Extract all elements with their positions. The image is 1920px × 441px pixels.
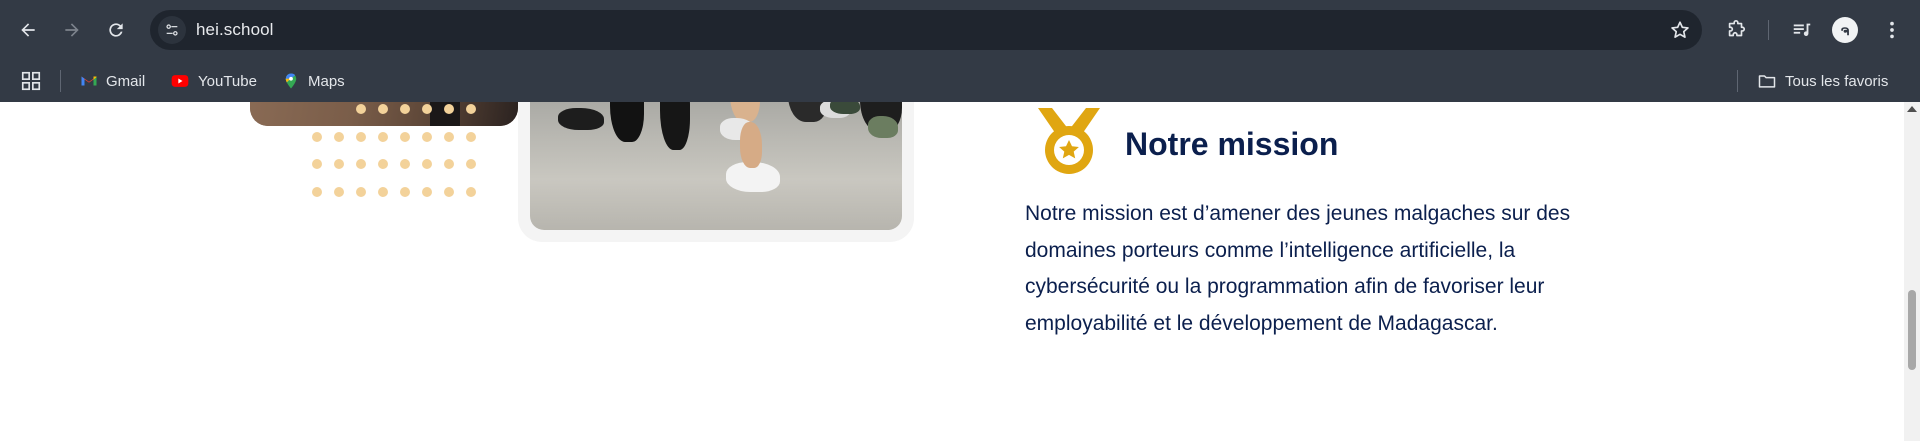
decorative-dot	[466, 131, 476, 142]
decorative-dot-grid	[306, 102, 486, 222]
bookmark-label: YouTube	[198, 72, 257, 90]
puzzle-icon	[1728, 20, 1746, 37]
decorative-dot	[422, 186, 432, 197]
decorative-dot	[378, 104, 388, 114]
photo-detail	[558, 108, 604, 130]
bookmarks-divider	[1737, 70, 1738, 92]
browser-toolbar: hei.school ຈ	[0, 0, 1920, 60]
extensions-button[interactable]	[1720, 14, 1752, 46]
folder-icon	[1758, 75, 1776, 88]
decorative-dot	[400, 131, 410, 142]
decorative-dot	[312, 159, 322, 169]
bookmark-gmail[interactable]: Gmail	[80, 68, 145, 94]
media-controls-button[interactable]	[1786, 14, 1818, 46]
gmail-icon	[81, 76, 97, 86]
photo-detail	[660, 102, 690, 150]
bookmarks-bar: Gmail YouTube Maps Tous les favoris	[0, 60, 1920, 102]
decorative-dot	[466, 159, 476, 169]
decorative-dot	[444, 131, 454, 142]
reload-icon	[109, 23, 123, 37]
photo-detail	[868, 116, 898, 138]
mission-heading: Notre mission	[1125, 126, 1339, 162]
profile-avatar[interactable]: ຈ	[1832, 17, 1858, 43]
medal-icon	[1038, 108, 1100, 174]
site-info-button[interactable]	[158, 16, 186, 44]
scrollbar-thumb[interactable]	[1908, 290, 1916, 370]
toolbar-divider	[1768, 20, 1769, 40]
decorative-dot	[356, 131, 366, 142]
bookmark-maps[interactable]: Maps	[282, 68, 345, 94]
bookmarks-divider	[60, 70, 61, 92]
decorative-dot	[334, 186, 344, 197]
decorative-dot	[378, 159, 388, 169]
decorative-dot	[466, 186, 476, 197]
decorative-dot	[422, 131, 432, 142]
star-icon	[1671, 21, 1689, 38]
decorative-dot	[422, 104, 432, 114]
url-text[interactable]: hei.school	[196, 20, 274, 40]
arrow-right-icon	[65, 23, 79, 37]
bookmark-label: Maps	[308, 72, 345, 90]
tune-icon	[166, 24, 178, 36]
menu-button[interactable]	[1876, 14, 1908, 46]
decorative-dot	[378, 131, 388, 142]
page-viewport: Notre mission Notre mission est d’amener…	[0, 102, 1904, 441]
decorative-dot	[356, 159, 366, 169]
bookmark-label: Gmail	[106, 72, 146, 90]
decorative-dot	[312, 131, 322, 142]
all-bookmarks-label: Tous les favoris	[1785, 72, 1889, 90]
page-scrollbar[interactable]	[1904, 102, 1920, 441]
decorative-dot	[356, 186, 366, 197]
browser-chrome: hei.school ຈ Gmail YouTube Maps Tous les…	[0, 0, 1920, 102]
bookmark-youtube[interactable]: YouTube	[170, 68, 257, 94]
arrow-left-icon	[21, 23, 35, 37]
reload-button[interactable]	[98, 12, 134, 48]
apps-grid-icon	[21, 71, 41, 91]
bookmark-star-button[interactable]	[1668, 18, 1692, 42]
decorative-dot	[334, 159, 344, 169]
photo-detail	[830, 102, 860, 114]
all-bookmarks-folder[interactable]: Tous les favoris	[1757, 68, 1888, 94]
more-vertical-icon	[1890, 21, 1894, 39]
decorative-dot	[444, 104, 454, 114]
decorative-dot	[444, 159, 454, 169]
decorative-dot	[400, 104, 410, 114]
decorative-dot	[356, 104, 366, 114]
mission-description: Notre mission est d’amener des jeunes ma…	[1025, 202, 1571, 335]
photo-detail	[740, 122, 762, 168]
decorative-dot	[312, 186, 322, 197]
apps-button[interactable]	[20, 68, 42, 94]
students-photo	[530, 102, 902, 230]
back-button[interactable]	[10, 12, 46, 48]
decorative-dot	[378, 186, 388, 197]
decorative-dot	[422, 159, 432, 169]
decorative-dot	[400, 159, 410, 169]
scroll-up-arrow[interactable]	[1907, 106, 1917, 112]
youtube-icon	[171, 75, 189, 87]
address-bar[interactable]: hei.school	[150, 10, 1702, 50]
decorative-dot	[466, 104, 476, 114]
decorative-dot	[334, 131, 344, 142]
maps-icon	[285, 73, 297, 89]
photo-detail	[610, 102, 644, 142]
queue-music-icon	[1793, 23, 1811, 36]
forward-button[interactable]	[54, 12, 90, 48]
students-photo-frame	[518, 102, 914, 242]
decorative-dot	[444, 186, 454, 197]
decorative-dot	[400, 186, 410, 197]
